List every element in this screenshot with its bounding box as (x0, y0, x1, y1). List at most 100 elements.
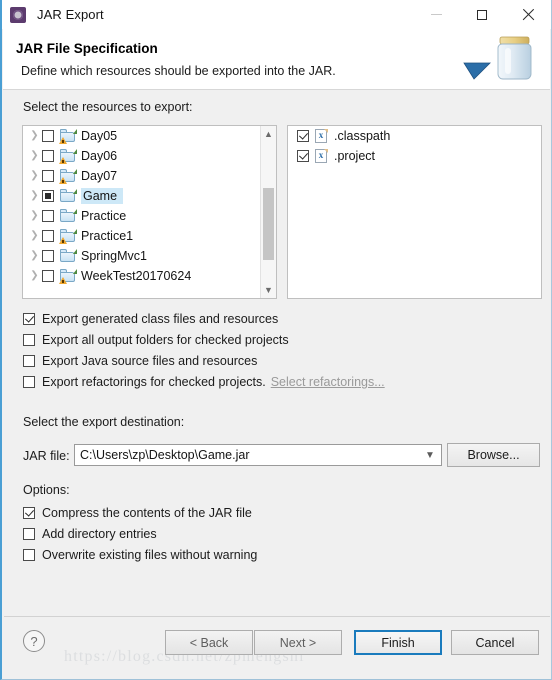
folder-warning-icon (59, 229, 77, 244)
tree-item-label: .project (334, 149, 375, 163)
browse-button[interactable]: Browse... (447, 443, 540, 467)
folder-warning-icon (59, 149, 77, 164)
chevron-right-icon[interactable]: ❯ (27, 251, 42, 261)
title-bar: JAR Export (2, 0, 551, 29)
folder-icon (60, 189, 77, 203)
maximize-button[interactable] (459, 0, 505, 29)
export-option-checkbox[interactable] (23, 355, 35, 367)
jar-option-label: Overwrite existing files without warning (42, 548, 258, 562)
chevron-right-icon[interactable]: ❯ (27, 231, 42, 241)
tree-item-label: WeekTest20170624 (81, 269, 192, 283)
dialog-body: Select the resources to export: ❯ Day05 ❯ D… (4, 90, 550, 617)
finish-button[interactable]: Finish (354, 630, 442, 655)
destination-label: Select the export destination: (23, 415, 185, 429)
minimize-button[interactable] (413, 0, 459, 29)
chevron-right-icon[interactable]: ❯ (27, 211, 42, 221)
export-option-label: Export Java source files and resources (42, 354, 258, 368)
tree-item-checkbox[interactable] (42, 150, 54, 162)
next-button[interactable]: Next > (254, 630, 342, 655)
jar-option-checkbox[interactable] (23, 507, 35, 519)
jar-option-row[interactable]: Add directory entries (23, 525, 157, 543)
tree-rows: ❯ Day05 ❯ Day06 ❯ Day07 ❯ Game ❯ Practice ❯ Practic… (23, 126, 276, 286)
tree-item-checkbox[interactable] (42, 190, 54, 202)
close-button[interactable] (505, 0, 551, 29)
jar-file-label: JAR file: (23, 449, 70, 463)
resource-tree-right[interactable]: x .classpath x .project (287, 125, 542, 299)
select-refactorings-link[interactable]: Select refactorings... (271, 375, 385, 389)
jar-option-checkbox[interactable] (23, 549, 35, 561)
export-option-checkbox[interactable] (23, 334, 35, 346)
tree-row[interactable]: ❯ Practice (23, 206, 276, 226)
cancel-button[interactable]: Cancel (451, 630, 539, 655)
jar-with-arrow-icon (463, 36, 532, 80)
help-icon[interactable]: ? (23, 630, 45, 652)
chevron-right-icon[interactable]: ❯ (27, 271, 42, 281)
window-title: JAR Export (37, 7, 104, 22)
tree-row[interactable]: ❯ Day06 (23, 146, 276, 166)
page-description: Define which resources should be exporte… (21, 64, 336, 78)
jar-option-checkbox[interactable] (23, 528, 35, 540)
export-option-row[interactable]: Export generated class files and resourc… (23, 310, 278, 328)
tree-row[interactable]: ❯ Practice1 (23, 226, 276, 246)
tree-rows: x .classpath x .project (288, 126, 541, 166)
tree-item-checkbox[interactable] (42, 210, 54, 222)
tree-row[interactable]: ❯ Day07 (23, 166, 276, 186)
folder-icon (60, 249, 77, 263)
scrollbar-thumb[interactable] (263, 188, 274, 260)
tree-scrollbar[interactable]: ▲ ▼ (260, 126, 276, 298)
xml-file-icon: x (315, 128, 328, 144)
export-option-label: Export generated class files and resourc… (42, 312, 279, 326)
tree-item-checkbox[interactable] (42, 230, 54, 242)
tree-item-label: Day06 (81, 149, 118, 163)
jar-option-label: Compress the contents of the JAR file (42, 506, 252, 520)
dialog-footer: https://blog.csdn.net/zpmengshi ? < Back… (4, 616, 550, 678)
tree-item-label: SpringMvc1 (81, 249, 147, 263)
tree-item-checkbox[interactable] (297, 150, 309, 162)
window-controls (413, 0, 551, 29)
back-button[interactable]: < Back (165, 630, 253, 655)
page-title: JAR File Specification (16, 41, 158, 56)
jar-file-input[interactable]: C:\Users\zp\Desktop\Game.jar (80, 448, 419, 462)
tree-row[interactable]: ❯ Day05 (23, 126, 276, 146)
folder-warning-icon (59, 169, 77, 184)
jar-option-row[interactable]: Compress the contents of the JAR file (23, 504, 252, 522)
folder-warning-icon (59, 129, 77, 144)
tree-row[interactable]: ❯ WeekTest20170624 (23, 266, 276, 286)
options-label: Options: (23, 483, 70, 497)
export-option-row[interactable]: Export all output folders for checked pr… (23, 331, 289, 349)
tree-item-label: .classpath (334, 129, 391, 143)
dialog-header: JAR File Specification Define which reso… (3, 29, 550, 90)
export-option-row[interactable]: Export Java source files and resources (23, 352, 257, 370)
chevron-up-icon[interactable]: ▲ (261, 126, 276, 142)
jar-option-row[interactable]: Overwrite existing files without warning (23, 546, 257, 564)
tree-item-checkbox[interactable] (42, 130, 54, 142)
chevron-down-icon[interactable]: ▼ (419, 450, 441, 461)
jar-file-combobox[interactable]: C:\Users\zp\Desktop\Game.jar ▼ (74, 444, 442, 466)
tree-item-checkbox[interactable] (42, 170, 54, 182)
export-option-row[interactable]: Export refactorings for checked projects… (23, 373, 385, 391)
tree-item-checkbox[interactable] (42, 270, 54, 282)
resources-label: Select the resources to export: (23, 100, 193, 114)
tree-row[interactable]: x .project (288, 146, 541, 166)
tree-row[interactable]: x .classpath (288, 126, 541, 146)
export-option-checkbox[interactable] (23, 376, 35, 388)
folder-icon (60, 209, 77, 223)
export-option-checkbox[interactable] (23, 313, 35, 325)
tree-item-checkbox[interactable] (297, 130, 309, 142)
tree-item-label: Day05 (81, 129, 118, 143)
chevron-down-icon[interactable]: ▼ (261, 282, 276, 298)
tree-row[interactable]: ❯ SpringMvc1 (23, 246, 276, 266)
tree-row[interactable]: ❯ Game (23, 186, 276, 206)
jar-option-label: Add directory entries (42, 527, 157, 541)
minimize-icon (430, 14, 442, 15)
tree-item-label: Game (81, 188, 124, 204)
chevron-right-icon[interactable]: ❯ (27, 171, 42, 181)
tree-item-label: Practice1 (81, 229, 134, 243)
chevron-right-icon[interactable]: ❯ (27, 191, 42, 201)
close-icon (522, 8, 535, 21)
jar-export-dialog: JAR Export JAR File Specification Define… (0, 0, 552, 680)
tree-item-checkbox[interactable] (42, 250, 54, 262)
chevron-right-icon[interactable]: ❯ (27, 131, 42, 141)
chevron-right-icon[interactable]: ❯ (27, 151, 42, 161)
resource-tree-left[interactable]: ❯ Day05 ❯ Day06 ❯ Day07 ❯ Game ❯ Practice ❯ Practic… (22, 125, 277, 299)
